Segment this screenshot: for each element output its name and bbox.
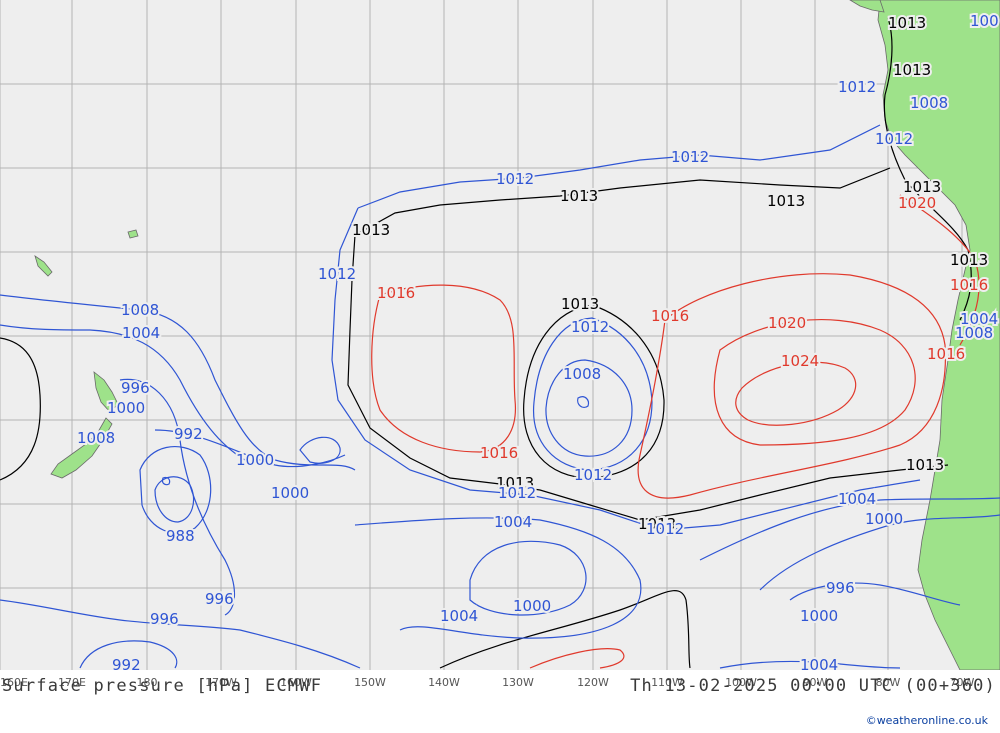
isobar-label-high: 1016 bbox=[927, 345, 965, 363]
isobar-label-low: 1012 bbox=[318, 265, 356, 283]
isobar-label-low: 1004 bbox=[838, 490, 876, 508]
isobar-label-low: 996 bbox=[826, 579, 855, 597]
isobar-label-standard: 1013 bbox=[950, 251, 988, 269]
isobar-label-low: 1012 bbox=[496, 170, 534, 188]
isobar-label-low: 1008 bbox=[563, 365, 601, 383]
isobar-label-low: 1012 bbox=[875, 130, 913, 148]
isobar-label-standard: 1013 bbox=[352, 221, 390, 239]
isobar-label-low: 1000 bbox=[513, 597, 551, 615]
isobar-label-low: 1008 bbox=[121, 301, 159, 319]
isobar-label-high: 1016 bbox=[950, 276, 988, 294]
isobar-label-high: 1016 bbox=[480, 444, 518, 462]
isobar-label-low: 1000 bbox=[271, 484, 309, 502]
isobar-label-standard: 1013 bbox=[888, 14, 926, 32]
isobar-label-low: 992 bbox=[112, 656, 141, 670]
longitude-tick-label: 130W bbox=[502, 676, 534, 689]
credit-link[interactable]: ©weatheronline.co.uk bbox=[866, 714, 988, 727]
isobar-label-low: 1004 bbox=[122, 324, 160, 342]
isobar-label-low: 1004 bbox=[494, 513, 532, 531]
isobar-label-low: 996 bbox=[205, 590, 234, 608]
isobar-label-low: 996 bbox=[150, 610, 179, 628]
longitude-tick-label: 150W bbox=[354, 676, 386, 689]
isobar-label-standard: 1013 bbox=[893, 61, 931, 79]
surface-pressure-map: 101310131013 1013101310131013101310131013… bbox=[0, 0, 1000, 670]
isobar-label-low: 1012 bbox=[671, 148, 709, 166]
longitude-tick-label: 120W bbox=[577, 676, 609, 689]
map-title: Surface pressure [hPa] ECMWF bbox=[2, 676, 323, 696]
isobar-label-low: 988 bbox=[166, 527, 195, 545]
isobar-label-low: 1004 bbox=[440, 607, 478, 625]
isobar-label-standard: 1013 bbox=[561, 295, 599, 313]
isobar-label-high: 1020 bbox=[768, 314, 806, 332]
longitude-tick-label: 140W bbox=[428, 676, 460, 689]
isobar-label-low: 1008 bbox=[910, 94, 948, 112]
isobar-label-standard: 1013 bbox=[560, 187, 598, 205]
isobar-label-low: 1000 bbox=[800, 607, 838, 625]
isobar-label-low: 1000 bbox=[236, 451, 274, 469]
isobar-label-high: 1024 bbox=[781, 352, 819, 370]
isobar-label-low: 992 bbox=[174, 425, 203, 443]
isobar-label-low: 1000 bbox=[865, 510, 903, 528]
isobar-label-low: 996 bbox=[121, 379, 150, 397]
isobar-label-high: 1016 bbox=[377, 284, 415, 302]
isobar-label-low: 1012 bbox=[574, 466, 612, 484]
isobar-label-high: 1020 bbox=[898, 194, 936, 212]
isobar-label-low: 1012 bbox=[646, 520, 684, 538]
isobar-label-low: 100 bbox=[970, 12, 999, 30]
isobar-label-standard: 1013 bbox=[767, 192, 805, 210]
isobar-label-high: 1016 bbox=[651, 307, 689, 325]
isobar-label-low: 1012 bbox=[498, 484, 536, 502]
isobar-label-standard: 1013 bbox=[906, 456, 944, 474]
isobar-label-low: 1008 bbox=[77, 429, 115, 447]
forecast-datetime: Th 13-02-2025 00:00 UTC (00+360) bbox=[630, 676, 996, 696]
isobar-label-low: 1012 bbox=[571, 318, 609, 336]
isobar-label-low: 1004 bbox=[800, 656, 838, 670]
isobar-label-low: 1012 bbox=[838, 78, 876, 96]
isobar-label-low: 1004 bbox=[960, 310, 998, 328]
isobar-label-low: 1000 bbox=[107, 399, 145, 417]
